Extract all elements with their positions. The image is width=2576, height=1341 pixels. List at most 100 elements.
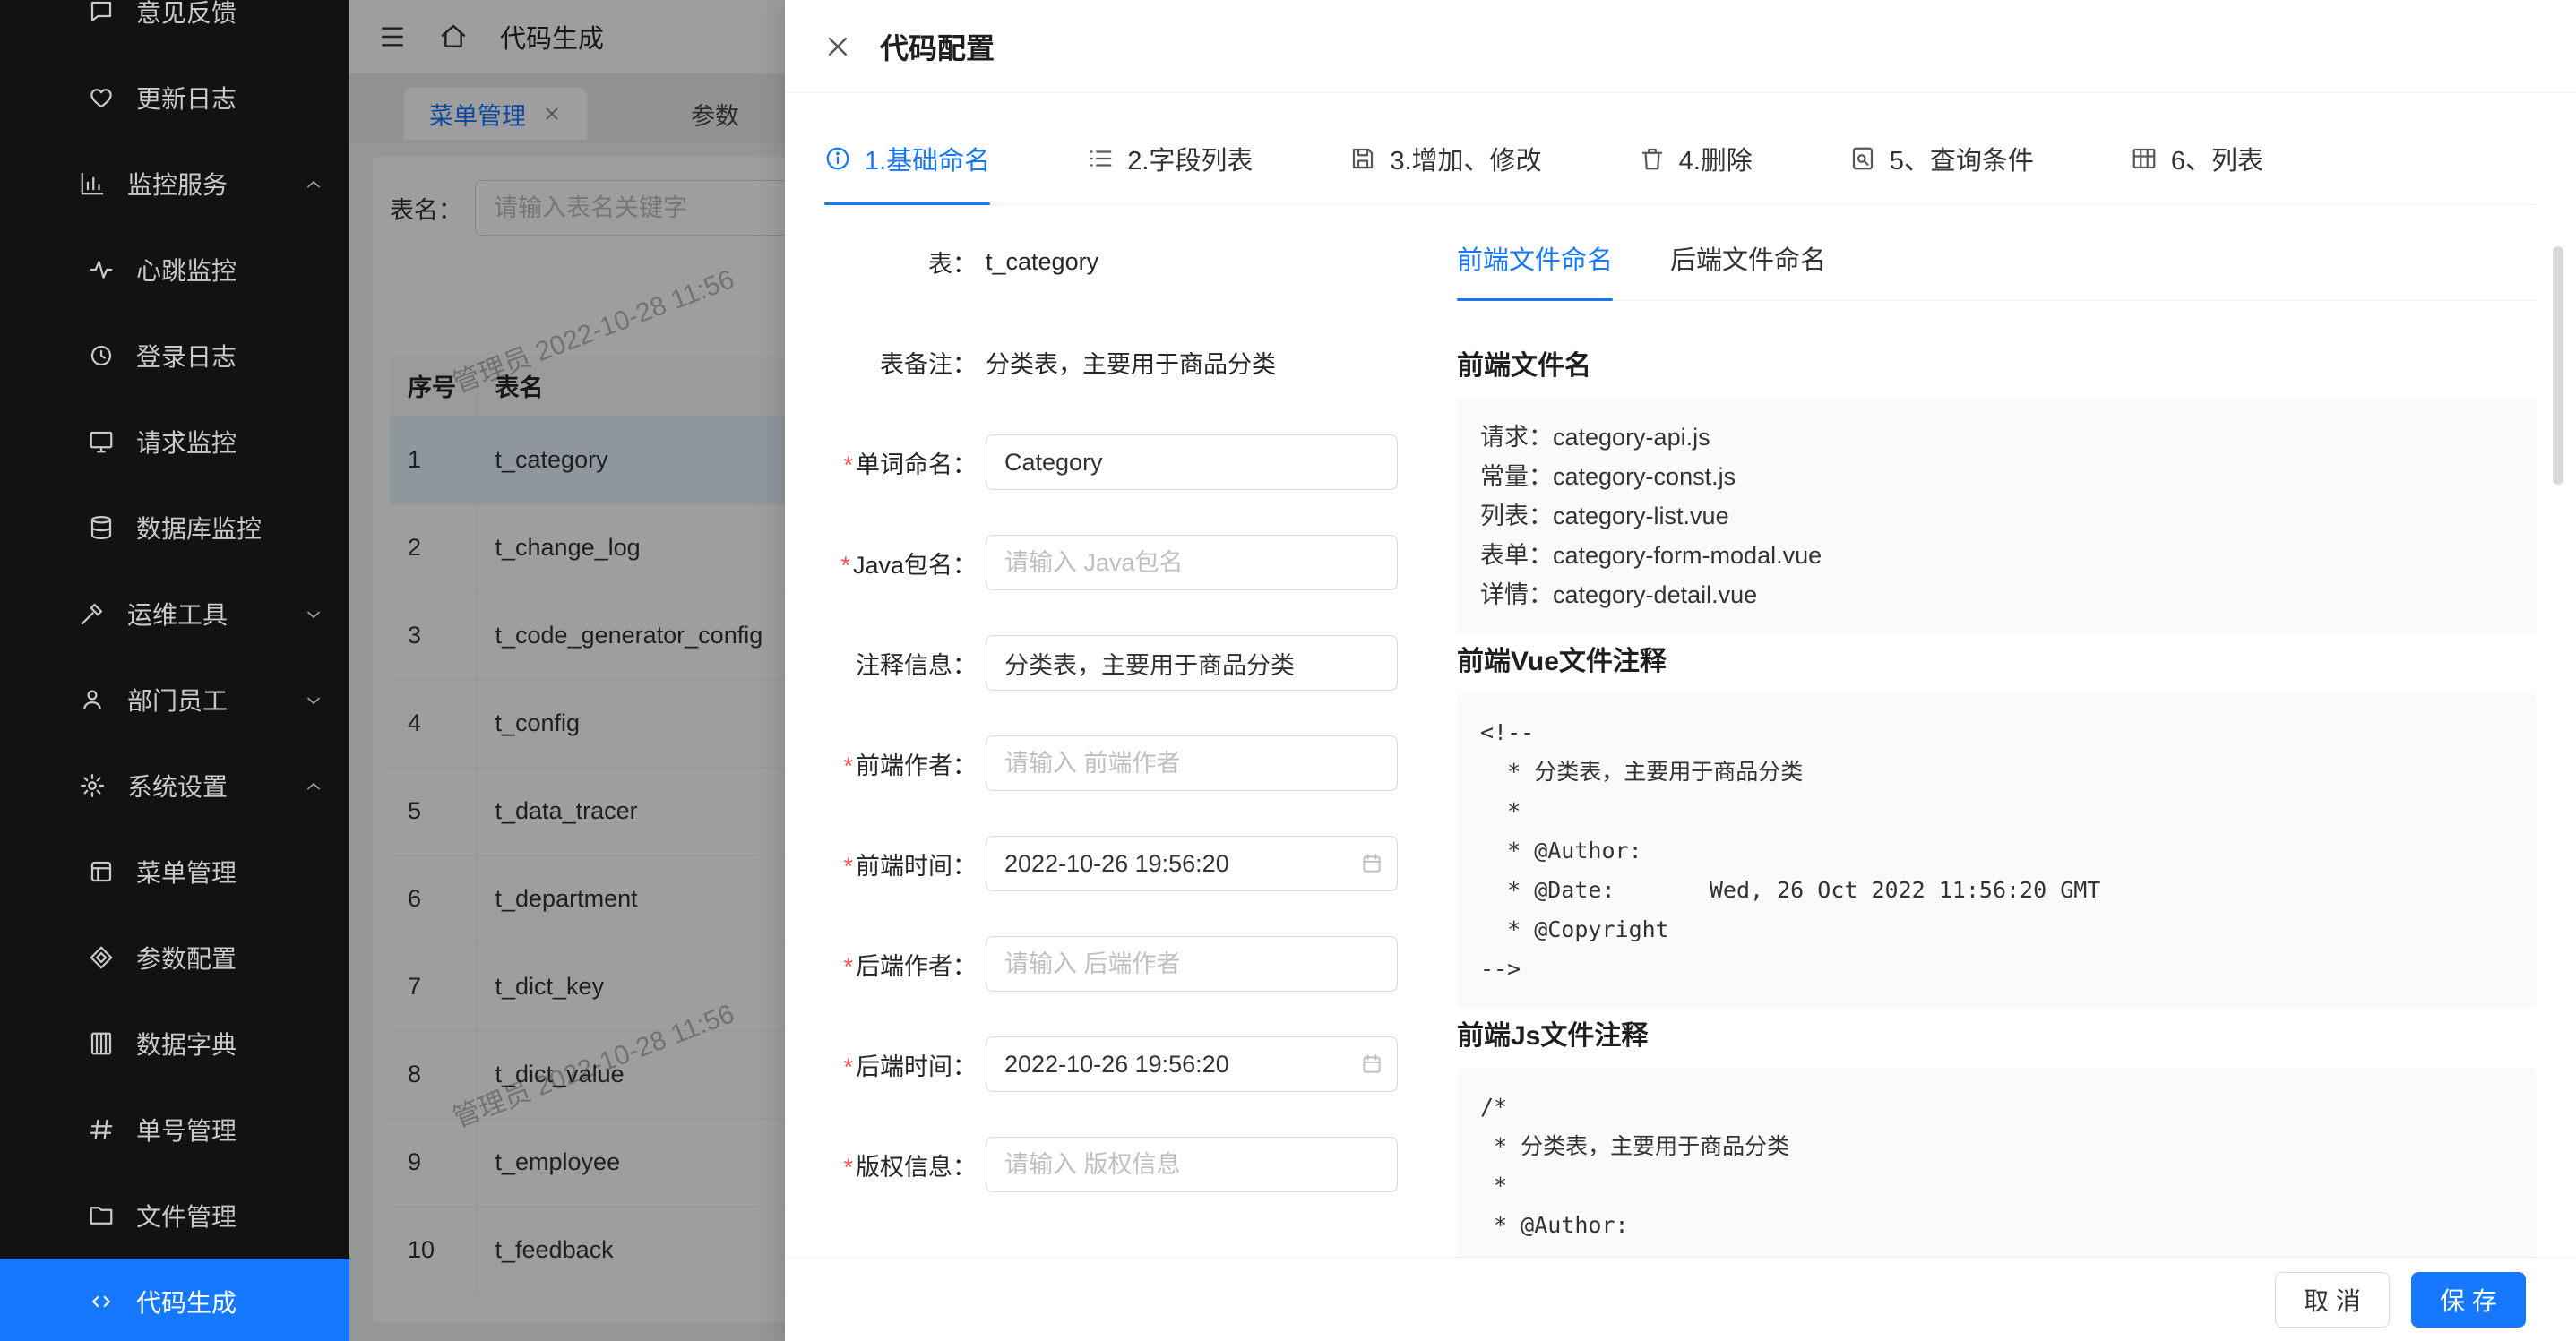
sidebar: 意见反馈 更新日志 监控服务 心跳监控 登录日志 请求监控 (0, 0, 349, 1341)
steps-tabs: 1.基础命名 2.字段列表 3.增加、修改 4.删除 5、查询条件 (824, 93, 2537, 205)
frontend-js-comment-box: /* * 分类表，主要用于商品分类 * * @Author: (1457, 1068, 2537, 1257)
code-icon (88, 1288, 115, 1315)
chevron-down-icon (303, 603, 324, 624)
sidebar-item-label: 意见反馈 (136, 0, 237, 30)
table-label: 表： (824, 245, 977, 279)
table-remark-value: 分类表，主要用于商品分类 (986, 345, 1276, 380)
sidebar-item-label: 菜单管理 (136, 854, 237, 890)
frontend-time-input[interactable] (986, 836, 1398, 891)
java-package-input[interactable] (986, 535, 1398, 590)
tab-step-basic-naming[interactable]: 1.基础命名 (824, 140, 990, 177)
form-row-word-name: *单词命名： (824, 434, 1398, 490)
drawer-title: 代码配置 (880, 26, 995, 67)
file-naming-preview: 前端文件命名 后端文件命名 前端文件名 请求：category-api.js 常… (1457, 234, 2537, 1257)
drawer-footer: 取 消 保 存 (785, 1257, 2576, 1341)
folder-icon (88, 1202, 115, 1229)
form-row-backend-author: *后端作者： (824, 936, 1398, 992)
backend-time-input[interactable] (986, 1036, 1398, 1092)
tab-step-delete[interactable]: 4.删除 (1639, 140, 1753, 177)
cancel-button[interactable]: 取 消 (2275, 1272, 2390, 1328)
chevron-up-icon (303, 775, 324, 796)
required-asterisk: * (843, 1154, 853, 1181)
sidebar-item-request-monitor[interactable]: 请求监控 (0, 399, 349, 485)
feedback-icon (88, 0, 115, 25)
backend-author-input[interactable] (986, 936, 1398, 992)
chevron-up-icon (303, 173, 324, 194)
frontend-filenames-box: 请求：category-api.js 常量：category-const.js … (1457, 398, 2537, 634)
tab-frontend-file-naming[interactable]: 前端文件命名 (1457, 239, 1613, 277)
tab-step-query-conditions[interactable]: 5、查询条件 (1849, 140, 2034, 177)
clock-icon (88, 342, 115, 369)
save-icon (1349, 145, 1376, 172)
sidebar-item-menu-management[interactable]: 菜单管理 (0, 829, 349, 915)
table-icon (2131, 145, 2158, 172)
trash-icon (1639, 145, 1666, 172)
heart-icon (88, 84, 115, 111)
sidebar-item-feedback[interactable]: 意见反馈 (0, 0, 349, 55)
form-row-table-remark: 表备注： 分类表，主要用于商品分类 (824, 334, 1398, 390)
form-row-backend-time: *后端时间： (824, 1036, 1398, 1092)
sidebar-item-data-dictionary[interactable]: 数据字典 (0, 1001, 349, 1087)
sidebar-item-code-generation[interactable]: 代码生成 (0, 1259, 349, 1341)
form-row-java-package: *Java包名： (824, 535, 1398, 590)
sidebar-group-department-staff[interactable]: 部门员工 (0, 657, 349, 743)
code-config-drawer: 代码配置 1.基础命名 2.字段列表 3.增加、修改 4.删除 (785, 0, 2576, 1341)
sidebar-item-serial-number[interactable]: 单号管理 (0, 1087, 349, 1173)
word-name-input[interactable] (986, 434, 1398, 490)
section-title-frontend-js-comment: 前端Js文件注释 (1457, 1021, 2537, 1052)
sidebar-item-database-monitor[interactable]: 数据库监控 (0, 485, 349, 571)
tab-step-add-edit[interactable]: 3.增加、修改 (1349, 140, 1541, 177)
info-circle-icon (824, 145, 851, 172)
sidebar-item-heartbeat-monitor[interactable]: 心跳监控 (0, 227, 349, 313)
list-icon (1087, 145, 1114, 172)
sidebar-item-file-management[interactable]: 文件管理 (0, 1173, 349, 1259)
copyright-input[interactable] (986, 1137, 1398, 1192)
required-asterisk: * (843, 752, 853, 779)
sidebar-group-monitor-service[interactable]: 监控服务 (0, 141, 349, 227)
sidebar-item-login-log[interactable]: 登录日志 (0, 313, 349, 399)
frontend-vue-comment-box: <!-- * 分类表，主要用于商品分类 * * @Author: * @Date… (1457, 693, 2537, 1009)
form-row-comment-info: 注释信息： (824, 635, 1398, 691)
sidebar-item-label: 代码生成 (136, 1284, 237, 1320)
sidebar-item-changelog[interactable]: 更新日志 (0, 55, 349, 141)
sidebar-item-label: 监控服务 (127, 166, 228, 202)
sidebar-item-label: 单号管理 (136, 1112, 237, 1148)
section-title-frontend-vue-comment: 前端Vue文件注释 (1457, 647, 2537, 677)
chevron-down-icon (303, 689, 324, 710)
drawer-columns: 表： t_category 表备注： 分类表，主要用于商品分类 *单词命名： *… (824, 205, 2537, 1257)
basic-naming-form: 表： t_category 表备注： 分类表，主要用于商品分类 *单词命名： *… (824, 234, 1398, 1257)
sidebar-item-label: 数据库监控 (136, 510, 262, 546)
scrollbar-thumb[interactable] (2553, 246, 2563, 485)
table-remark-label: 表备注： (824, 345, 977, 380)
frontend-author-input[interactable] (986, 735, 1398, 791)
section-title-frontend-filenames: 前端文件名 (1457, 351, 2537, 382)
database-icon (88, 514, 115, 541)
diamond-icon (88, 944, 115, 971)
sidebar-item-param-config[interactable]: 参数配置 (0, 915, 349, 1001)
sidebar-item-label: 更新日志 (136, 80, 237, 116)
sidebar-group-ops-tools[interactable]: 运维工具 (0, 571, 349, 657)
app-root: 意见反馈 更新日志 监控服务 心跳监控 登录日志 请求监控 (0, 0, 2576, 1341)
preview-tabs: 前端文件命名 后端文件命名 (1457, 234, 2537, 301)
sidebar-item-label: 请求监控 (136, 424, 237, 460)
sidebar-group-system-settings[interactable]: 系统设置 (0, 743, 349, 829)
gear-icon (79, 772, 106, 799)
pulse-icon (88, 256, 115, 283)
menu-window-icon (88, 858, 115, 885)
tab-step-list[interactable]: 6、列表 (2131, 140, 2263, 177)
sidebar-item-label: 数据字典 (136, 1026, 237, 1062)
drawer-header: 代码配置 (785, 0, 2576, 93)
monitor-icon (88, 428, 115, 455)
close-icon[interactable] (824, 33, 851, 60)
required-asterisk: * (843, 853, 853, 880)
tab-backend-file-naming[interactable]: 后端文件命名 (1670, 239, 1826, 277)
comment-info-input[interactable] (986, 635, 1398, 691)
save-button[interactable]: 保 存 (2411, 1272, 2526, 1328)
table-value: t_category (986, 248, 1098, 276)
sidebar-item-label: 登录日志 (136, 338, 237, 374)
sidebar-item-label: 文件管理 (136, 1198, 237, 1234)
hash-icon (88, 1116, 115, 1143)
sidebar-item-label: 运维工具 (127, 596, 228, 632)
form-row-copyright: *版权信息： (824, 1137, 1398, 1192)
tab-step-field-list[interactable]: 2.字段列表 (1087, 140, 1253, 177)
